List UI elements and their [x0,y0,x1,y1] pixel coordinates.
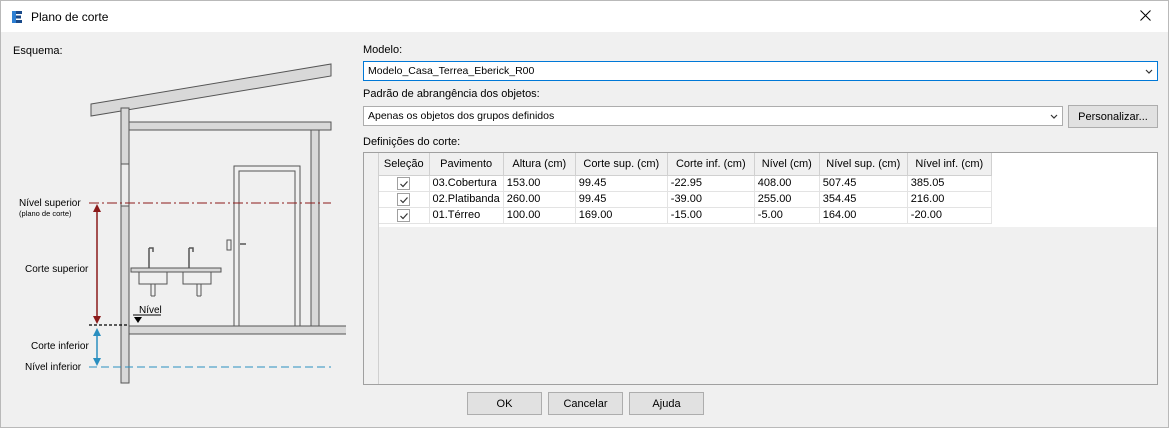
modelo-label: Modelo: [363,44,403,56]
corte-sup-cell[interactable]: 99.45 [575,175,668,192]
chevron-down-icon[interactable] [1046,107,1062,125]
nivel-cell[interactable]: -5.00 [754,207,820,224]
ajuda-button[interactable]: Ajuda [629,392,704,415]
column-header-nivel-sup[interactable]: Nível sup. (cm) [819,153,908,176]
column-header-corte-sup[interactable]: Corte sup. (cm) [575,153,668,176]
nivel-sup-cell[interactable]: 164.00 [819,207,908,224]
corte-inf-cell[interactable]: -22.95 [667,175,755,192]
column-header-selecao[interactable]: Seleção [379,153,430,176]
padrao-select[interactable]: Apenas os objetos dos grupos definidos [363,106,1063,126]
modelo-value: Modelo_Casa_Terrea_Eberick_R00 [368,65,535,77]
row-checkbox[interactable] [397,176,411,190]
definicoes-grid[interactable]: Seleção Pavimento Altura (cm) Corte sup.… [363,152,1158,385]
cancelar-button[interactable]: Cancelar [548,392,623,415]
altura-cell[interactable]: 260.00 [503,191,576,208]
chevron-down-icon[interactable] [1141,62,1157,80]
corte-superior-label: Corte superior [25,264,89,275]
padrao-value: Apenas os objetos dos grupos definidos [368,110,555,122]
nivel-inferior-label: Nível inferior [25,362,82,373]
esquema-diagram: Nível superior (plano de corte) Corte su… [11,56,352,386]
check-icon [400,180,409,187]
nivel-sup-cell[interactable]: 354.45 [819,191,908,208]
modelo-select[interactable]: Modelo_Casa_Terrea_Eberick_R00 [363,61,1158,81]
altura-cell[interactable]: 153.00 [503,175,576,192]
nivel-cell[interactable]: 255.00 [754,191,820,208]
selecao-cell[interactable] [379,191,430,208]
grid-empty-area [379,227,1157,384]
corte-sup-cell[interactable]: 169.00 [575,207,668,224]
close-icon [1139,9,1151,24]
nivel-superior-label: Nível superior [19,198,81,209]
table-row[interactable]: 03.Cobertura 153.00 99.45 -22.95 408.00 … [379,175,992,192]
row-checkbox[interactable] [397,208,411,222]
nivel-sup-cell[interactable]: 507.45 [819,175,908,192]
check-icon [400,212,409,219]
plano-de-corte-label: (plano de corte) [19,209,72,218]
close-button[interactable] [1122,1,1168,32]
row-checkbox[interactable] [397,192,411,206]
personalizar-button[interactable]: Personalizar... [1068,105,1158,128]
altura-cell[interactable]: 100.00 [503,207,576,224]
corte-inf-cell[interactable]: -39.00 [667,191,755,208]
grid-row-header-gutter [364,153,379,384]
corte-inf-cell[interactable]: -15.00 [667,207,755,224]
table-row[interactable]: 02.Platibanda 260.00 99.45 -39.00 255.00… [379,191,992,208]
column-header-corte-inf[interactable]: Corte inf. (cm) [667,153,755,176]
ok-button[interactable]: OK [467,392,542,415]
plano-de-corte-dialog: Plano de corte Esquema: Nível superior (… [0,0,1169,428]
nivel-inf-cell[interactable]: -20.00 [907,207,992,224]
corte-sup-cell[interactable]: 99.45 [575,191,668,208]
nivel-inf-cell[interactable]: 385.05 [907,175,992,192]
column-header-nivel-inf[interactable]: Nível inf. (cm) [907,153,992,176]
table-row[interactable]: 01.Térreo 100.00 169.00 -15.00 -5.00 164… [379,207,992,224]
check-icon [400,196,409,203]
selecao-cell[interactable] [379,207,430,224]
window-title: Plano de corte [31,10,109,24]
nivel-cell[interactable]: 408.00 [754,175,820,192]
grid-header-row: Seleção Pavimento Altura (cm) Corte sup.… [379,153,992,176]
section-drawing: Nível superior (plano de corte) Corte su… [19,63,352,384]
pavimento-cell[interactable]: 02.Platibanda [429,191,504,208]
column-header-pavimento[interactable]: Pavimento [429,153,504,176]
nivel-label: Nível [139,305,162,316]
definicoes-table: Seleção Pavimento Altura (cm) Corte sup.… [379,153,992,224]
selecao-cell[interactable] [379,175,430,192]
title-bar: Plano de corte [1,1,1168,32]
eberick-logo-icon [11,10,23,24]
corte-inferior-label: Corte inferior [31,341,89,352]
nivel-inf-cell[interactable]: 216.00 [907,191,992,208]
definicoes-label: Definições do corte: [363,136,461,148]
pavimento-cell[interactable]: 01.Térreo [429,207,504,224]
padrao-label: Padrão de abrangência dos objetos: [363,88,540,100]
pavimento-cell[interactable]: 03.Cobertura [429,175,504,192]
column-header-nivel[interactable]: Nível (cm) [754,153,820,176]
column-header-altura[interactable]: Altura (cm) [503,153,576,176]
